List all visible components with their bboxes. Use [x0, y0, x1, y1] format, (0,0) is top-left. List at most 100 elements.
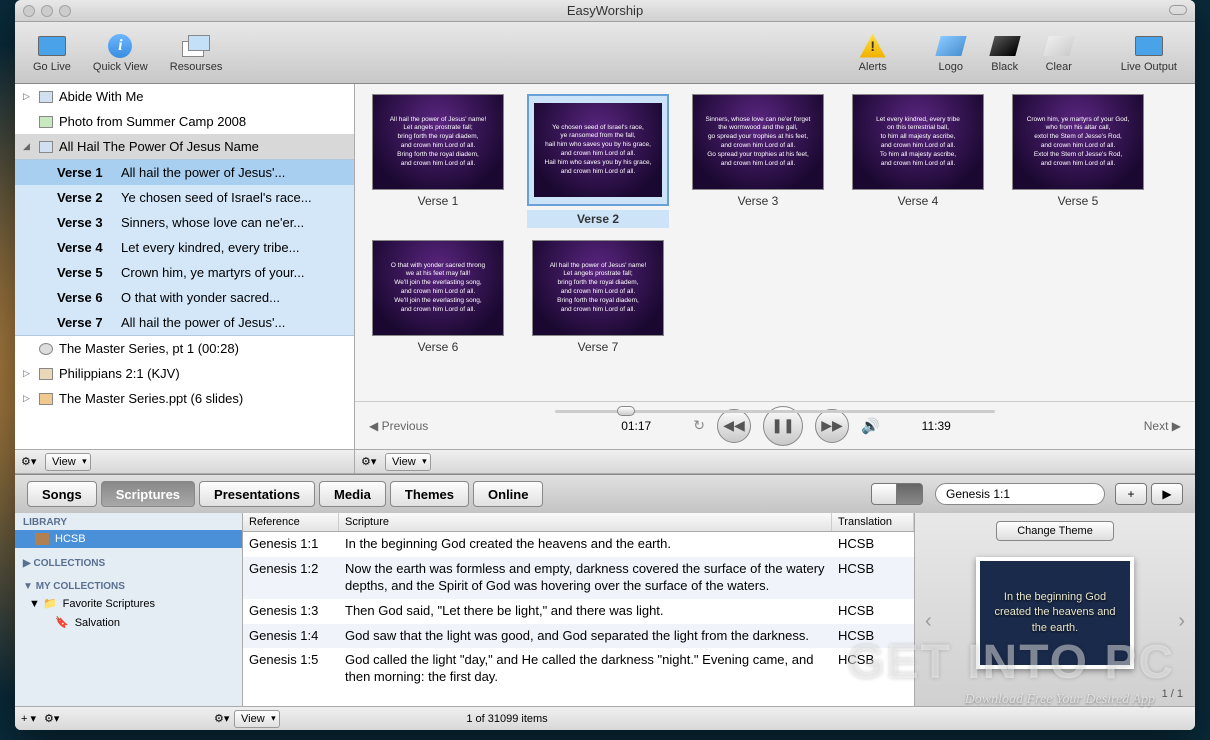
add-scripture-button[interactable]: + — [1115, 483, 1147, 505]
nav-item-favorite[interactable]: ▼ 📁 Favorite Scriptures — [15, 594, 242, 613]
slide-item[interactable]: O that with yonder sacred throngwe at hi… — [369, 240, 507, 354]
schedule-item[interactable]: ▷ Abide With Me — [15, 84, 354, 109]
tab-presentations[interactable]: Presentations — [199, 481, 315, 507]
tab-scriptures[interactable]: Scriptures — [101, 481, 195, 507]
nav-header-my-collections[interactable]: ▼ MY COLLECTIONS — [15, 577, 242, 594]
slide-label: Verse 5 — [1058, 194, 1099, 208]
resources-button[interactable]: Resourses — [162, 31, 231, 75]
slides-grid[interactable]: All hail the power of Jesus' name!Let an… — [355, 84, 1195, 401]
total-time: 11:39 — [922, 419, 951, 433]
col-translation[interactable]: Translation — [832, 513, 914, 531]
verse-row[interactable]: Verse 1All hail the power of Jesus'... — [15, 160, 354, 185]
nav-header-collections[interactable]: ▶ COLLECTIONS — [15, 554, 242, 571]
nav-item-salvation[interactable]: 🔖 Salvation — [15, 613, 242, 632]
col-reference[interactable]: Reference — [243, 513, 339, 531]
alerts-button[interactable]: Alerts — [849, 31, 897, 75]
schedule-item[interactable]: Photo from Summer Camp 2008 — [15, 109, 354, 134]
logo-button[interactable]: Logo — [927, 31, 975, 75]
go-live-button[interactable]: Go Live — [25, 31, 79, 75]
gear-menu-button[interactable]: ⚙︎▾ — [214, 711, 234, 727]
tab-online[interactable]: Online — [473, 481, 543, 507]
scripture-table[interactable]: Reference Scripture Translation Genesis … — [243, 513, 915, 706]
previous-button[interactable]: ◀ Previous — [369, 419, 428, 433]
schedule-list[interactable]: ▷ Abide With Me Photo from Summer Camp 2… — [15, 84, 354, 449]
verse-row[interactable]: Verse 7All hail the power of Jesus'... — [15, 310, 354, 335]
slide-item[interactable]: Sinners, whose love can ne'er forgetthe … — [689, 94, 827, 228]
go-live-scripture-button[interactable]: ▶ — [1151, 483, 1183, 505]
slide-item[interactable]: All hail the power of Jesus' name!Let an… — [529, 240, 667, 354]
library-search-input[interactable] — [935, 483, 1105, 505]
library-view-select[interactable]: View — [234, 710, 280, 728]
slide-item[interactable]: Crown him, ye martyrs of your God,who fr… — [1009, 94, 1147, 228]
main-toolbar: Go Live i Quick View Resourses Alerts Lo… — [15, 22, 1195, 84]
live-output-button[interactable]: Live Output — [1113, 31, 1185, 75]
cell-scripture: God called the light "day," and He calle… — [339, 648, 832, 690]
quick-view-button[interactable]: i Quick View — [85, 31, 156, 75]
table-header[interactable]: Reference Scripture Translation — [243, 513, 914, 532]
table-row[interactable]: Genesis 1:5God called the light "day," a… — [243, 648, 914, 690]
gear-menu-button[interactable]: ⚙︎▾ — [361, 454, 381, 470]
clear-button[interactable]: Clear — [1035, 31, 1083, 75]
schedule-item[interactable]: The Master Series, pt 1 (00:28) — [15, 336, 354, 361]
preview-next-button[interactable]: › — [1178, 610, 1185, 633]
tab-themes[interactable]: Themes — [390, 481, 469, 507]
schedule-item[interactable]: ▷ The Master Series.ppt (6 slides) — [15, 386, 354, 411]
disclosure-icon[interactable]: ◢ — [23, 141, 33, 152]
schedule-footer: ⚙︎▾ View — [15, 449, 354, 473]
schedule-view-select[interactable]: View — [45, 453, 91, 471]
slide-item[interactable]: Let every kindred, every tribeon this te… — [849, 94, 987, 228]
black-button[interactable]: Black — [981, 31, 1029, 75]
cell-scripture: Now the earth was formless and empty, da… — [339, 557, 832, 599]
gear-menu-button[interactable]: ⚙︎▾ — [44, 711, 64, 727]
volume-button[interactable]: 🔊 — [861, 417, 880, 435]
cell-reference: Genesis 1:2 — [243, 557, 339, 599]
verse-row[interactable]: Verse 3Sinners, whose love can ne'er... — [15, 210, 354, 235]
disclosure-icon[interactable]: ▷ — [23, 368, 33, 379]
slide-item[interactable]: All hail the power of Jesus' name!Let an… — [369, 94, 507, 228]
progress-slider[interactable] — [555, 406, 995, 416]
verse-row[interactable]: Verse 5Crown him, ye martyrs of your... — [15, 260, 354, 285]
table-row[interactable]: Genesis 1:2Now the earth was formless an… — [243, 557, 914, 599]
tab-media[interactable]: Media — [319, 481, 386, 507]
view-mode-segmented[interactable] — [871, 483, 923, 505]
verse-row[interactable]: Verse 4Let every kindred, every tribe... — [15, 235, 354, 260]
verse-row[interactable]: Verse 2Ye chosen seed of Israel's race..… — [15, 185, 354, 210]
progress-thumb[interactable] — [617, 406, 635, 416]
schedule-item[interactable]: ▷ Philippians 2:1 (KJV) — [15, 361, 354, 386]
nav-item-hcsb[interactable]: HCSB — [15, 530, 242, 548]
transport-bar: ◀ Previous 01:17 ↻ ◀◀ ❚❚ ▶▶ 🔊 11:39 Next… — [355, 401, 1195, 449]
disclosure-icon[interactable]: ▷ — [23, 393, 33, 404]
view-mode-grid[interactable] — [871, 483, 897, 505]
gear-menu-button[interactable]: ⚙︎▾ — [21, 454, 41, 470]
preview-view-select[interactable]: View — [385, 453, 431, 471]
view-mode-list[interactable] — [897, 483, 923, 505]
app-window: EasyWorship Go Live i Quick View Resours… — [15, 0, 1195, 730]
stack-icon — [182, 35, 210, 57]
toolbar-toggle-pill[interactable] — [1169, 5, 1187, 15]
preview-prev-button[interactable]: ‹ — [925, 610, 932, 633]
disclosure-icon[interactable]: ▷ — [23, 91, 33, 102]
titlebar[interactable]: EasyWorship — [15, 0, 1195, 22]
add-button[interactable]: + ▾ — [21, 712, 36, 725]
schedule-panel: ▷ Abide With Me Photo from Summer Camp 2… — [15, 84, 355, 473]
verse-preview: All hail the power of Jesus'... — [121, 315, 285, 330]
col-scripture[interactable]: Scripture — [339, 513, 832, 531]
schedule-item-title: Philippians 2:1 (KJV) — [59, 366, 180, 381]
nav-header-library: LIBRARY — [15, 513, 242, 530]
loop-button[interactable]: ↻ — [693, 417, 705, 434]
table-row[interactable]: Genesis 1:3Then God said, "Let there be … — [243, 599, 914, 624]
schedule-item-expanded[interactable]: ◢ All Hail The Power Of Jesus Name — [15, 134, 354, 159]
preview-slide[interactable]: In the beginning God created the heavens… — [976, 557, 1134, 669]
library-nav[interactable]: LIBRARY HCSB ▶ COLLECTIONS ▼ MY COLLECTI… — [15, 513, 243, 706]
library-preview: Change Theme ‹ › In the beginning God cr… — [915, 513, 1195, 706]
scripture-icon — [39, 368, 53, 380]
table-row[interactable]: Genesis 1:4God saw that the light was go… — [243, 624, 914, 649]
logo-icon — [935, 36, 966, 56]
verse-row[interactable]: Verse 6O that with yonder sacred... — [15, 285, 354, 310]
slide-item[interactable]: Ye chosen seed of Israel's race,ye ranso… — [529, 94, 667, 228]
verse-preview: O that with yonder sacred... — [121, 290, 280, 305]
next-button[interactable]: Next ▶ — [1144, 419, 1181, 433]
change-theme-button[interactable]: Change Theme — [996, 521, 1114, 541]
table-row[interactable]: Genesis 1:1In the beginning God created … — [243, 532, 914, 557]
tab-songs[interactable]: Songs — [27, 481, 97, 507]
